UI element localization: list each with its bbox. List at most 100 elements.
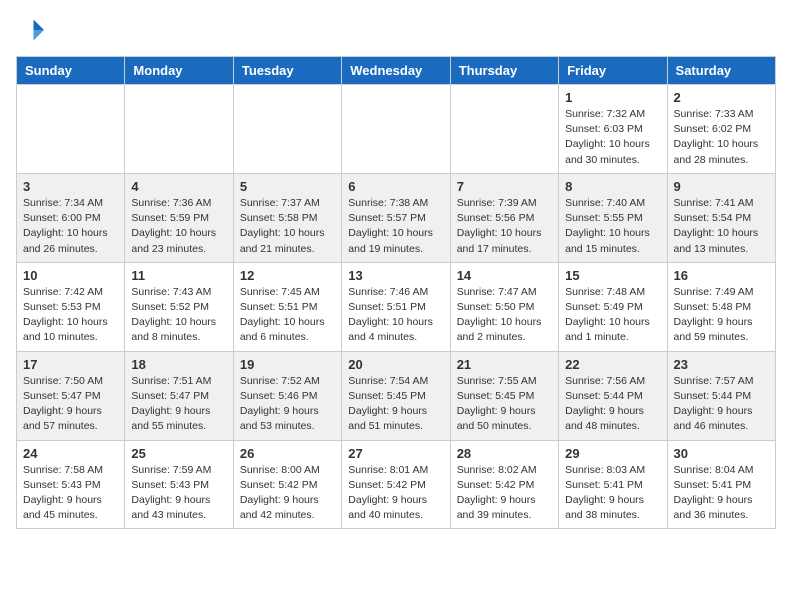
weekday-header-sunday: Sunday (17, 57, 125, 85)
day-number: 10 (23, 268, 118, 283)
calendar-cell: 28 Sunrise: 8:02 AM Sunset: 5:42 PM Dayli… (450, 440, 558, 529)
day-number: 29 (565, 446, 660, 461)
calendar-cell: 20 Sunrise: 7:54 AM Sunset: 5:45 PM Dayli… (342, 351, 450, 440)
weekday-header-saturday: Saturday (667, 57, 775, 85)
calendar-cell: 3 Sunrise: 7:34 AM Sunset: 6:00 PM Daylig… (17, 173, 125, 262)
day-number: 20 (348, 357, 443, 372)
day-info: Sunrise: 7:59 AM Sunset: 5:43 PM Dayligh… (131, 463, 226, 524)
day-number: 15 (565, 268, 660, 283)
day-number: 18 (131, 357, 226, 372)
day-info: Sunrise: 7:40 AM Sunset: 5:55 PM Dayligh… (565, 196, 660, 257)
day-info: Sunrise: 7:57 AM Sunset: 5:44 PM Dayligh… (674, 374, 769, 435)
weekday-header-monday: Monday (125, 57, 233, 85)
day-info: Sunrise: 8:00 AM Sunset: 5:42 PM Dayligh… (240, 463, 335, 524)
calendar-cell: 11Sunrise: 7:43 AM Sunset: 5:52 PM Dayli… (125, 262, 233, 351)
day-number: 23 (674, 357, 769, 372)
day-info: Sunrise: 7:42 AM Sunset: 5:53 PM Dayligh… (23, 285, 118, 346)
day-info: Sunrise: 7:46 AM Sunset: 5:51 PM Dayligh… (348, 285, 443, 346)
logo-icon (16, 16, 44, 44)
weekday-header-friday: Friday (559, 57, 667, 85)
day-info: Sunrise: 7:52 AM Sunset: 5:46 PM Dayligh… (240, 374, 335, 435)
day-info: Sunrise: 7:51 AM Sunset: 5:47 PM Dayligh… (131, 374, 226, 435)
day-number: 6 (348, 179, 443, 194)
day-number: 13 (348, 268, 443, 283)
calendar-cell: 27 Sunrise: 8:01 AM Sunset: 5:42 PM Dayli… (342, 440, 450, 529)
calendar-cell: 22 Sunrise: 7:56 AM Sunset: 5:44 PM Dayli… (559, 351, 667, 440)
day-info: Sunrise: 7:41 AM Sunset: 5:54 PM Dayligh… (674, 196, 769, 257)
calendar-cell: 7 Sunrise: 7:39 AM Sunset: 5:56 PM Daylig… (450, 173, 558, 262)
calendar-cell: 30 Sunrise: 8:04 AM Sunset: 5:41 PM Dayli… (667, 440, 775, 529)
day-info: Sunrise: 7:37 AM Sunset: 5:58 PM Dayligh… (240, 196, 335, 257)
day-info: Sunrise: 7:43 AM Sunset: 5:52 PM Dayligh… (131, 285, 226, 346)
day-info: Sunrise: 8:02 AM Sunset: 5:42 PM Dayligh… (457, 463, 552, 524)
day-info: Sunrise: 7:45 AM Sunset: 5:51 PM Dayligh… (240, 285, 335, 346)
calendar-cell: 1 Sunrise: 7:32 AM Sunset: 6:03 PM Daylig… (559, 85, 667, 174)
day-number: 17 (23, 357, 118, 372)
week-row-1: 1 Sunrise: 7:32 AM Sunset: 6:03 PM Daylig… (17, 85, 776, 174)
day-info: Sunrise: 8:01 AM Sunset: 5:42 PM Dayligh… (348, 463, 443, 524)
day-number: 24 (23, 446, 118, 461)
weekday-header-tuesday: Tuesday (233, 57, 341, 85)
calendar-cell: 2 Sunrise: 7:33 AM Sunset: 6:02 PM Daylig… (667, 85, 775, 174)
calendar-cell (342, 85, 450, 174)
day-number: 27 (348, 446, 443, 461)
day-number: 2 (674, 90, 769, 105)
week-row-5: 24 Sunrise: 7:58 AM Sunset: 5:43 PM Dayli… (17, 440, 776, 529)
calendar-cell: 26 Sunrise: 8:00 AM Sunset: 5:42 PM Dayli… (233, 440, 341, 529)
calendar-cell: 16 Sunrise: 7:49 AM Sunset: 5:48 PM Dayli… (667, 262, 775, 351)
page-header (16, 16, 776, 44)
calendar-cell: 21 Sunrise: 7:55 AM Sunset: 5:45 PM Dayli… (450, 351, 558, 440)
day-info: Sunrise: 7:32 AM Sunset: 6:03 PM Dayligh… (565, 107, 660, 168)
day-number: 14 (457, 268, 552, 283)
day-info: Sunrise: 8:03 AM Sunset: 5:41 PM Dayligh… (565, 463, 660, 524)
calendar-cell: 19 Sunrise: 7:52 AM Sunset: 5:46 PM Dayli… (233, 351, 341, 440)
day-info: Sunrise: 7:48 AM Sunset: 5:49 PM Dayligh… (565, 285, 660, 346)
day-number: 30 (674, 446, 769, 461)
day-number: 22 (565, 357, 660, 372)
calendar-table: SundayMondayTuesdayWednesdayThursdayFrid… (16, 56, 776, 529)
day-number: 1 (565, 90, 660, 105)
day-info: Sunrise: 8:04 AM Sunset: 5:41 PM Dayligh… (674, 463, 769, 524)
day-info: Sunrise: 7:55 AM Sunset: 5:45 PM Dayligh… (457, 374, 552, 435)
day-info: Sunrise: 7:38 AM Sunset: 5:57 PM Dayligh… (348, 196, 443, 257)
logo (16, 16, 48, 44)
day-number: 28 (457, 446, 552, 461)
calendar-cell: 5Sunrise: 7:37 AM Sunset: 5:58 PM Daylig… (233, 173, 341, 262)
day-number: 26 (240, 446, 335, 461)
day-number: 9 (674, 179, 769, 194)
calendar-cell: 12Sunrise: 7:45 AM Sunset: 5:51 PM Dayli… (233, 262, 341, 351)
day-info: Sunrise: 7:39 AM Sunset: 5:56 PM Dayligh… (457, 196, 552, 257)
day-number: 8 (565, 179, 660, 194)
day-info: Sunrise: 7:34 AM Sunset: 6:00 PM Dayligh… (23, 196, 118, 257)
day-number: 7 (457, 179, 552, 194)
calendar-cell: 15 Sunrise: 7:48 AM Sunset: 5:49 PM Dayli… (559, 262, 667, 351)
day-number: 19 (240, 357, 335, 372)
calendar-cell (125, 85, 233, 174)
day-number: 25 (131, 446, 226, 461)
week-row-3: 10 Sunrise: 7:42 AM Sunset: 5:53 PM Dayli… (17, 262, 776, 351)
day-number: 21 (457, 357, 552, 372)
calendar-cell: 10 Sunrise: 7:42 AM Sunset: 5:53 PM Dayli… (17, 262, 125, 351)
weekday-header-row: SundayMondayTuesdayWednesdayThursdayFrid… (17, 57, 776, 85)
day-info: Sunrise: 7:54 AM Sunset: 5:45 PM Dayligh… (348, 374, 443, 435)
day-info: Sunrise: 7:47 AM Sunset: 5:50 PM Dayligh… (457, 285, 552, 346)
calendar-cell: 25 Sunrise: 7:59 AM Sunset: 5:43 PM Dayli… (125, 440, 233, 529)
week-row-2: 3 Sunrise: 7:34 AM Sunset: 6:00 PM Daylig… (17, 173, 776, 262)
day-info: Sunrise: 7:58 AM Sunset: 5:43 PM Dayligh… (23, 463, 118, 524)
calendar-cell: 29 Sunrise: 8:03 AM Sunset: 5:41 PM Dayli… (559, 440, 667, 529)
calendar-cell: 17Sunrise: 7:50 AM Sunset: 5:47 PM Dayli… (17, 351, 125, 440)
day-info: Sunrise: 7:33 AM Sunset: 6:02 PM Dayligh… (674, 107, 769, 168)
weekday-header-thursday: Thursday (450, 57, 558, 85)
day-info: Sunrise: 7:56 AM Sunset: 5:44 PM Dayligh… (565, 374, 660, 435)
day-number: 3 (23, 179, 118, 194)
day-number: 16 (674, 268, 769, 283)
calendar-cell: 9 Sunrise: 7:41 AM Sunset: 5:54 PM Daylig… (667, 173, 775, 262)
calendar-cell: 6 Sunrise: 7:38 AM Sunset: 5:57 PM Daylig… (342, 173, 450, 262)
calendar-cell (17, 85, 125, 174)
calendar-cell: 23 Sunrise: 7:57 AM Sunset: 5:44 PM Dayli… (667, 351, 775, 440)
calendar-cell: 24 Sunrise: 7:58 AM Sunset: 5:43 PM Dayli… (17, 440, 125, 529)
calendar-cell: 18 Sunrise: 7:51 AM Sunset: 5:47 PM Dayli… (125, 351, 233, 440)
calendar-cell: 4Sunrise: 7:36 AM Sunset: 5:59 PM Daylig… (125, 173, 233, 262)
day-info: Sunrise: 7:49 AM Sunset: 5:48 PM Dayligh… (674, 285, 769, 346)
calendar-cell: 8 Sunrise: 7:40 AM Sunset: 5:55 PM Daylig… (559, 173, 667, 262)
